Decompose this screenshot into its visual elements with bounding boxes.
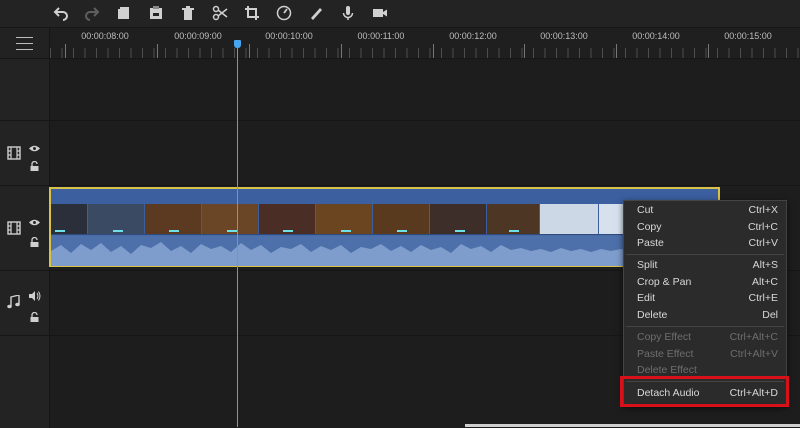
menu-item-copy[interactable]: Copy Ctrl+C: [624, 219, 786, 235]
record-screen-button[interactable]: [369, 3, 391, 23]
playhead-line: [237, 44, 238, 427]
undo-icon: [53, 7, 68, 21]
eye-icon[interactable]: [29, 140, 40, 152]
ruler-label: 00:00:11:00: [357, 31, 405, 41]
ruler-major-ticks: [50, 44, 800, 58]
audio-waveform: [51, 236, 718, 266]
cut-scissors-icon: [212, 5, 228, 21]
lock-icon[interactable]: [30, 158, 39, 171]
menu-item-cut[interactable]: Cut Ctrl+X: [624, 202, 786, 218]
camera-icon: [373, 9, 387, 17]
clip-thumbnails: [51, 189, 718, 235]
timeline-ruler[interactable]: 00:00:08:00 00:00:09:00 00:00:10:00 00:0…: [50, 28, 800, 58]
speed-icon: [276, 5, 292, 21]
menu-separator: [626, 326, 784, 327]
speaker-icon[interactable]: [29, 288, 41, 301]
music-note-icon: [7, 294, 20, 309]
crop-button[interactable]: [241, 3, 263, 23]
paste-button[interactable]: [145, 3, 167, 23]
menu-item-split[interactable]: Split Alt+S: [624, 257, 786, 273]
edit-pen-icon: [311, 8, 322, 20]
crop-icon: [245, 6, 259, 20]
track-row-video-empty: [0, 120, 800, 186]
microphone-icon: [342, 6, 354, 20]
menu-separator: [626, 254, 784, 255]
video-clip[interactable]: [49, 187, 720, 267]
copy-icon: [118, 7, 129, 19]
ruler-label: 00:00:08:00: [81, 31, 129, 41]
menu-item-paste[interactable]: Paste Ctrl+V: [624, 235, 786, 251]
hamburger-menu-icon[interactable]: [16, 37, 33, 50]
ruler-label: 00:00:13:00: [540, 31, 588, 41]
track-row-spacer: [0, 58, 800, 121]
paste-icon: [150, 6, 162, 19]
copy-button[interactable]: [113, 3, 135, 23]
eye-icon[interactable]: [29, 214, 40, 226]
menu-item-crop-pan[interactable]: Crop & Pan Alt+C: [624, 274, 786, 290]
redo-button[interactable]: [81, 3, 103, 23]
delete-button[interactable]: [177, 3, 199, 23]
delete-icon: [182, 6, 194, 20]
menu-item-edit[interactable]: Edit Ctrl+E: [624, 290, 786, 306]
edit-button[interactable]: [305, 3, 327, 23]
cut-button[interactable]: [209, 3, 231, 23]
undo-button[interactable]: [50, 3, 72, 23]
ruler-label: 00:00:10:00: [265, 31, 313, 41]
film-icon: [7, 221, 21, 235]
toolbar: [0, 0, 800, 28]
film-icon: [7, 146, 21, 160]
ruler-label: 00:00:12:00: [449, 31, 497, 41]
ruler-label: 00:00:15:00: [724, 31, 772, 41]
menu-item-paste-effect[interactable]: Paste Effect Ctrl+Alt+V: [624, 346, 786, 362]
ruler-label: 00:00:14:00: [632, 31, 680, 41]
menu-item-delete[interactable]: Delete Del: [624, 307, 786, 323]
detach-audio-highlight: [620, 376, 789, 407]
lock-icon[interactable]: [30, 234, 39, 247]
speed-button[interactable]: [273, 3, 295, 23]
ruler-label: 00:00:09:00: [174, 31, 222, 41]
redo-icon: [85, 7, 100, 21]
lock-icon[interactable]: [30, 309, 39, 322]
playhead-handle[interactable]: [234, 40, 241, 48]
record-voice-button[interactable]: [337, 3, 359, 23]
menu-item-copy-effect[interactable]: Copy Effect Ctrl+Alt+C: [624, 329, 786, 345]
